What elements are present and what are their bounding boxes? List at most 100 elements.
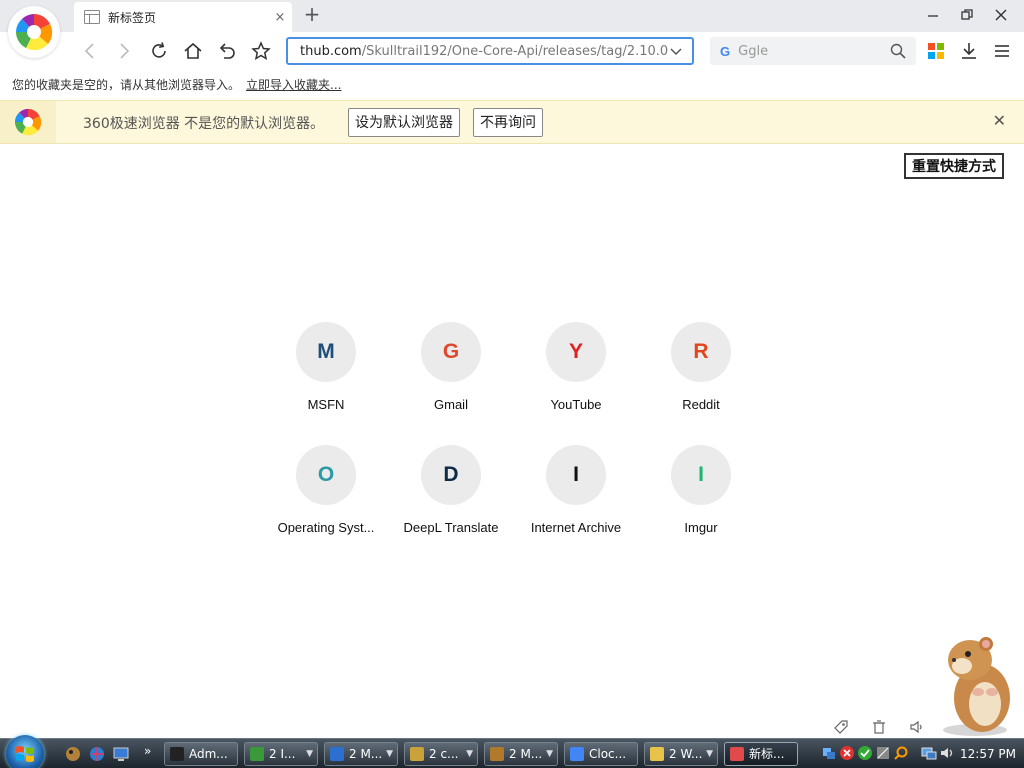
address-path: /Skulltrail192/One-Core-Api/releases/tag… [361, 43, 669, 59]
set-default-browser-button[interactable]: 设为默认浏览器 [348, 108, 460, 137]
star-icon [251, 41, 271, 61]
toolbar: thub.com/Skulltrail192/One-Core-Api/rele… [0, 32, 1024, 70]
undo-close-button[interactable] [213, 38, 241, 64]
page-icon [84, 10, 100, 24]
speed-dial-tile[interactable]: I Internet Archive [516, 445, 636, 555]
taskbar-app-icon [410, 747, 424, 761]
download-icon [962, 43, 976, 59]
close-window-button[interactable] [984, 0, 1018, 32]
360-browser-logo-icon [14, 108, 42, 136]
address-bar[interactable]: thub.com/Skulltrail192/One-Core-Api/rele… [286, 37, 694, 65]
hamburger-menu-icon [995, 45, 1009, 57]
arrow-left-icon [84, 43, 94, 59]
tile-name: Internet Archive [530, 520, 622, 535]
tray-app-icon[interactable] [875, 745, 891, 761]
tray-monitor-icon[interactable] [921, 745, 937, 761]
taskbar-button[interactable]: 新标... [724, 742, 798, 766]
search-icon[interactable] [890, 43, 906, 59]
taskbar-button[interactable]: Cloc... [564, 742, 638, 766]
taskbar-app-icon [170, 747, 184, 761]
windows-taskbar: » Adm... 2 I... ▼ 2 M... ▼ 2 c... ▼ 2 M... ▼ Cloc… [0, 735, 1024, 768]
infobar-close-icon[interactable]: ✕ [993, 111, 1006, 130]
rocket-button[interactable] [831, 716, 851, 738]
taskbar-button-label: 2 M... [509, 747, 543, 761]
tray-error-icon[interactable] [839, 745, 855, 761]
infobar-logo [0, 101, 56, 143]
taskbar-button[interactable]: Adm... [164, 742, 238, 766]
forward-button[interactable] [110, 38, 138, 64]
bookmark-star-button[interactable] [247, 38, 275, 64]
taskbar-app-icon [250, 747, 264, 761]
tile-letter-icon: O [296, 445, 356, 505]
taskbar-button[interactable]: 2 M... ▼ [324, 742, 398, 766]
quicklaunch-desktop-icon[interactable] [112, 745, 130, 763]
import-bookmarks-link[interactable]: 立即导入收藏夹... [246, 78, 341, 92]
apps-button[interactable] [924, 39, 948, 63]
chevron-down-icon[interactable]: ▼ [546, 743, 553, 765]
dont-ask-again-button[interactable]: 不再询问 [473, 108, 543, 137]
quicklaunch-globe-icon[interactable] [88, 745, 106, 763]
apps-grid-icon [928, 43, 944, 59]
speed-dial-tile[interactable]: G Gmail [391, 322, 511, 432]
restore-button[interactable] [950, 0, 984, 32]
download-button[interactable] [957, 39, 981, 63]
taskbar-button[interactable]: 2 I... ▼ [244, 742, 318, 766]
chevron-down-icon[interactable]: ▼ [466, 743, 473, 765]
infobar-message: 360极速浏览器 不是您的默认浏览器。 [83, 116, 325, 132]
minimize-icon [928, 15, 938, 17]
bookmark-empty-message: 您的收藏夹是空的，请从其他浏览器导入。 [12, 78, 241, 92]
address-host: thub.com [300, 43, 362, 59]
search-placeholder: Ggle [738, 43, 769, 59]
taskbar-clock[interactable]: 12:57 PM [960, 739, 1016, 768]
chevron-down-icon[interactable]: ▼ [306, 743, 313, 765]
speed-dial-tile[interactable]: Y YouTube [516, 322, 636, 432]
taskbar-button-label: 2 I... [269, 747, 296, 761]
tray-security-icon[interactable] [857, 745, 873, 761]
chevron-down-icon[interactable] [668, 43, 684, 59]
volume-button[interactable] [907, 716, 927, 738]
home-button[interactable] [179, 38, 207, 64]
tile-name: DeepL Translate [403, 520, 499, 535]
quicklaunch-overflow-icon[interactable]: » [144, 744, 151, 758]
speed-dial-tile[interactable]: O Operating Syst... [266, 445, 386, 555]
browser-logo-button[interactable] [8, 6, 60, 58]
taskbar-button[interactable]: 2 c... ▼ [404, 742, 478, 766]
taskbar-button[interactable]: 2 W... ▼ [644, 742, 718, 766]
speaker-icon [910, 720, 922, 734]
taskbar-button-label: 2 M... [349, 747, 383, 761]
speed-dial-tile[interactable]: R Reddit [641, 322, 761, 432]
trash-button[interactable] [869, 716, 889, 738]
reload-button[interactable] [145, 38, 173, 64]
start-button[interactable] [6, 735, 44, 768]
taskbar-button-label: 新标... [749, 747, 785, 761]
tab-new-tab[interactable]: 新标签页 × [74, 2, 292, 32]
reset-shortcuts-button[interactable]: 重置快捷方式 [904, 153, 1004, 179]
tile-name: Operating Syst... [277, 520, 375, 535]
minimize-button[interactable] [916, 0, 950, 32]
speed-dial-tile[interactable]: D DeepL Translate [391, 445, 511, 555]
speed-dial-tile[interactable]: I Imgur [641, 445, 761, 555]
quicklaunch-app-icon[interactable] [64, 745, 82, 763]
tray-volume-icon[interactable] [939, 745, 955, 761]
tray-network-icon[interactable] [821, 745, 837, 761]
taskbar-button-label: Adm... [189, 747, 228, 761]
default-browser-infobar: 360极速浏览器 不是您的默认浏览器。 设为默认浏览器 不再询问 ✕ [0, 100, 1024, 144]
taskbar-app-icon [330, 747, 344, 761]
new-tab-button[interactable]: + [300, 3, 324, 27]
chevron-down-icon[interactable]: ▼ [706, 743, 713, 765]
taskbar-button[interactable]: 2 M... ▼ [484, 742, 558, 766]
speed-dial-tile[interactable]: M MSFN [266, 322, 386, 432]
tab-close-icon[interactable]: × [268, 10, 292, 25]
search-box[interactable]: G Ggle [710, 37, 916, 65]
chevron-down-icon[interactable]: ▼ [386, 743, 393, 765]
back-button[interactable] [76, 38, 104, 64]
tray-search-icon[interactable] [893, 745, 909, 761]
menu-button[interactable] [990, 39, 1014, 63]
tile-name: Imgur [684, 520, 718, 535]
tile-letter-icon: I [671, 445, 731, 505]
taskbar-button-label: 2 c... [429, 747, 459, 761]
tile-letter-icon: M [296, 322, 356, 382]
home-icon [184, 42, 202, 59]
rocket-icon [834, 720, 848, 734]
bookmark-bar: 您的收藏夹是空的，请从其他浏览器导入。 立即导入收藏夹... [0, 70, 1024, 100]
